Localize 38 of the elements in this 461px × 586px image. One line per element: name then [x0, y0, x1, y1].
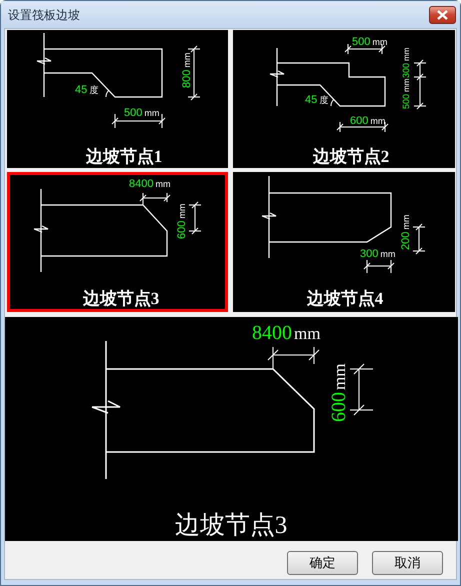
slope-node-option[interactable]: 500 mm 300 mm 500 mm 45 度 600 mm 边坡节点2	[233, 30, 455, 168]
angle-arc-icon	[106, 90, 110, 98]
close-icon	[437, 10, 448, 20]
dimension-label: 45 度	[75, 84, 98, 96]
dimension-line	[412, 224, 426, 254]
slope-node-option[interactable]: 800 mm 45 度 500 mm 边坡节点1	[7, 30, 228, 168]
break-line-icon	[269, 70, 285, 78]
break-line-icon	[91, 400, 121, 414]
dimension-line	[350, 364, 374, 416]
window-title: 设置筏板边坡	[8, 6, 80, 24]
preview-caption: 边坡节点3	[174, 512, 288, 539]
dimension-label: 8400mm	[252, 322, 320, 344]
dimension-label: 500 mm	[352, 36, 388, 48]
dimension-line	[364, 260, 394, 274]
dimension-label: 200 mm	[400, 214, 412, 250]
break-line-icon	[33, 225, 49, 233]
dimension-label: 45 度	[305, 94, 328, 106]
dimension-line	[344, 44, 386, 54]
dimension-line	[140, 192, 170, 206]
break-line-icon	[261, 212, 277, 220]
dimension-label: 300 mm	[401, 48, 411, 78]
dimension-label: 300 mm	[360, 248, 396, 260]
dialog-button[interactable]: 取消	[372, 551, 443, 575]
dimension-label: 800 mm	[181, 52, 193, 88]
dimension-label: 500 mm	[401, 78, 411, 109]
dialog-button[interactable]: 确定	[287, 551, 358, 575]
slope-node-option[interactable]: 8400 mm 600 mm 边坡节点3	[7, 172, 228, 312]
dimension-label: 8400 mm	[129, 178, 170, 190]
dimension-label: 500 mm	[124, 107, 160, 119]
dimension-line	[268, 346, 320, 370]
dimension-label: 600 mm	[176, 204, 188, 239]
close-button[interactable]	[429, 6, 456, 24]
dimension-line	[414, 60, 426, 110]
dimension-label: 600mm	[328, 364, 350, 422]
angle-arc-icon	[330, 99, 334, 106]
break-line-icon	[36, 57, 52, 65]
dimension-line	[188, 202, 202, 234]
dimension-label: 600 mm	[350, 115, 386, 127]
